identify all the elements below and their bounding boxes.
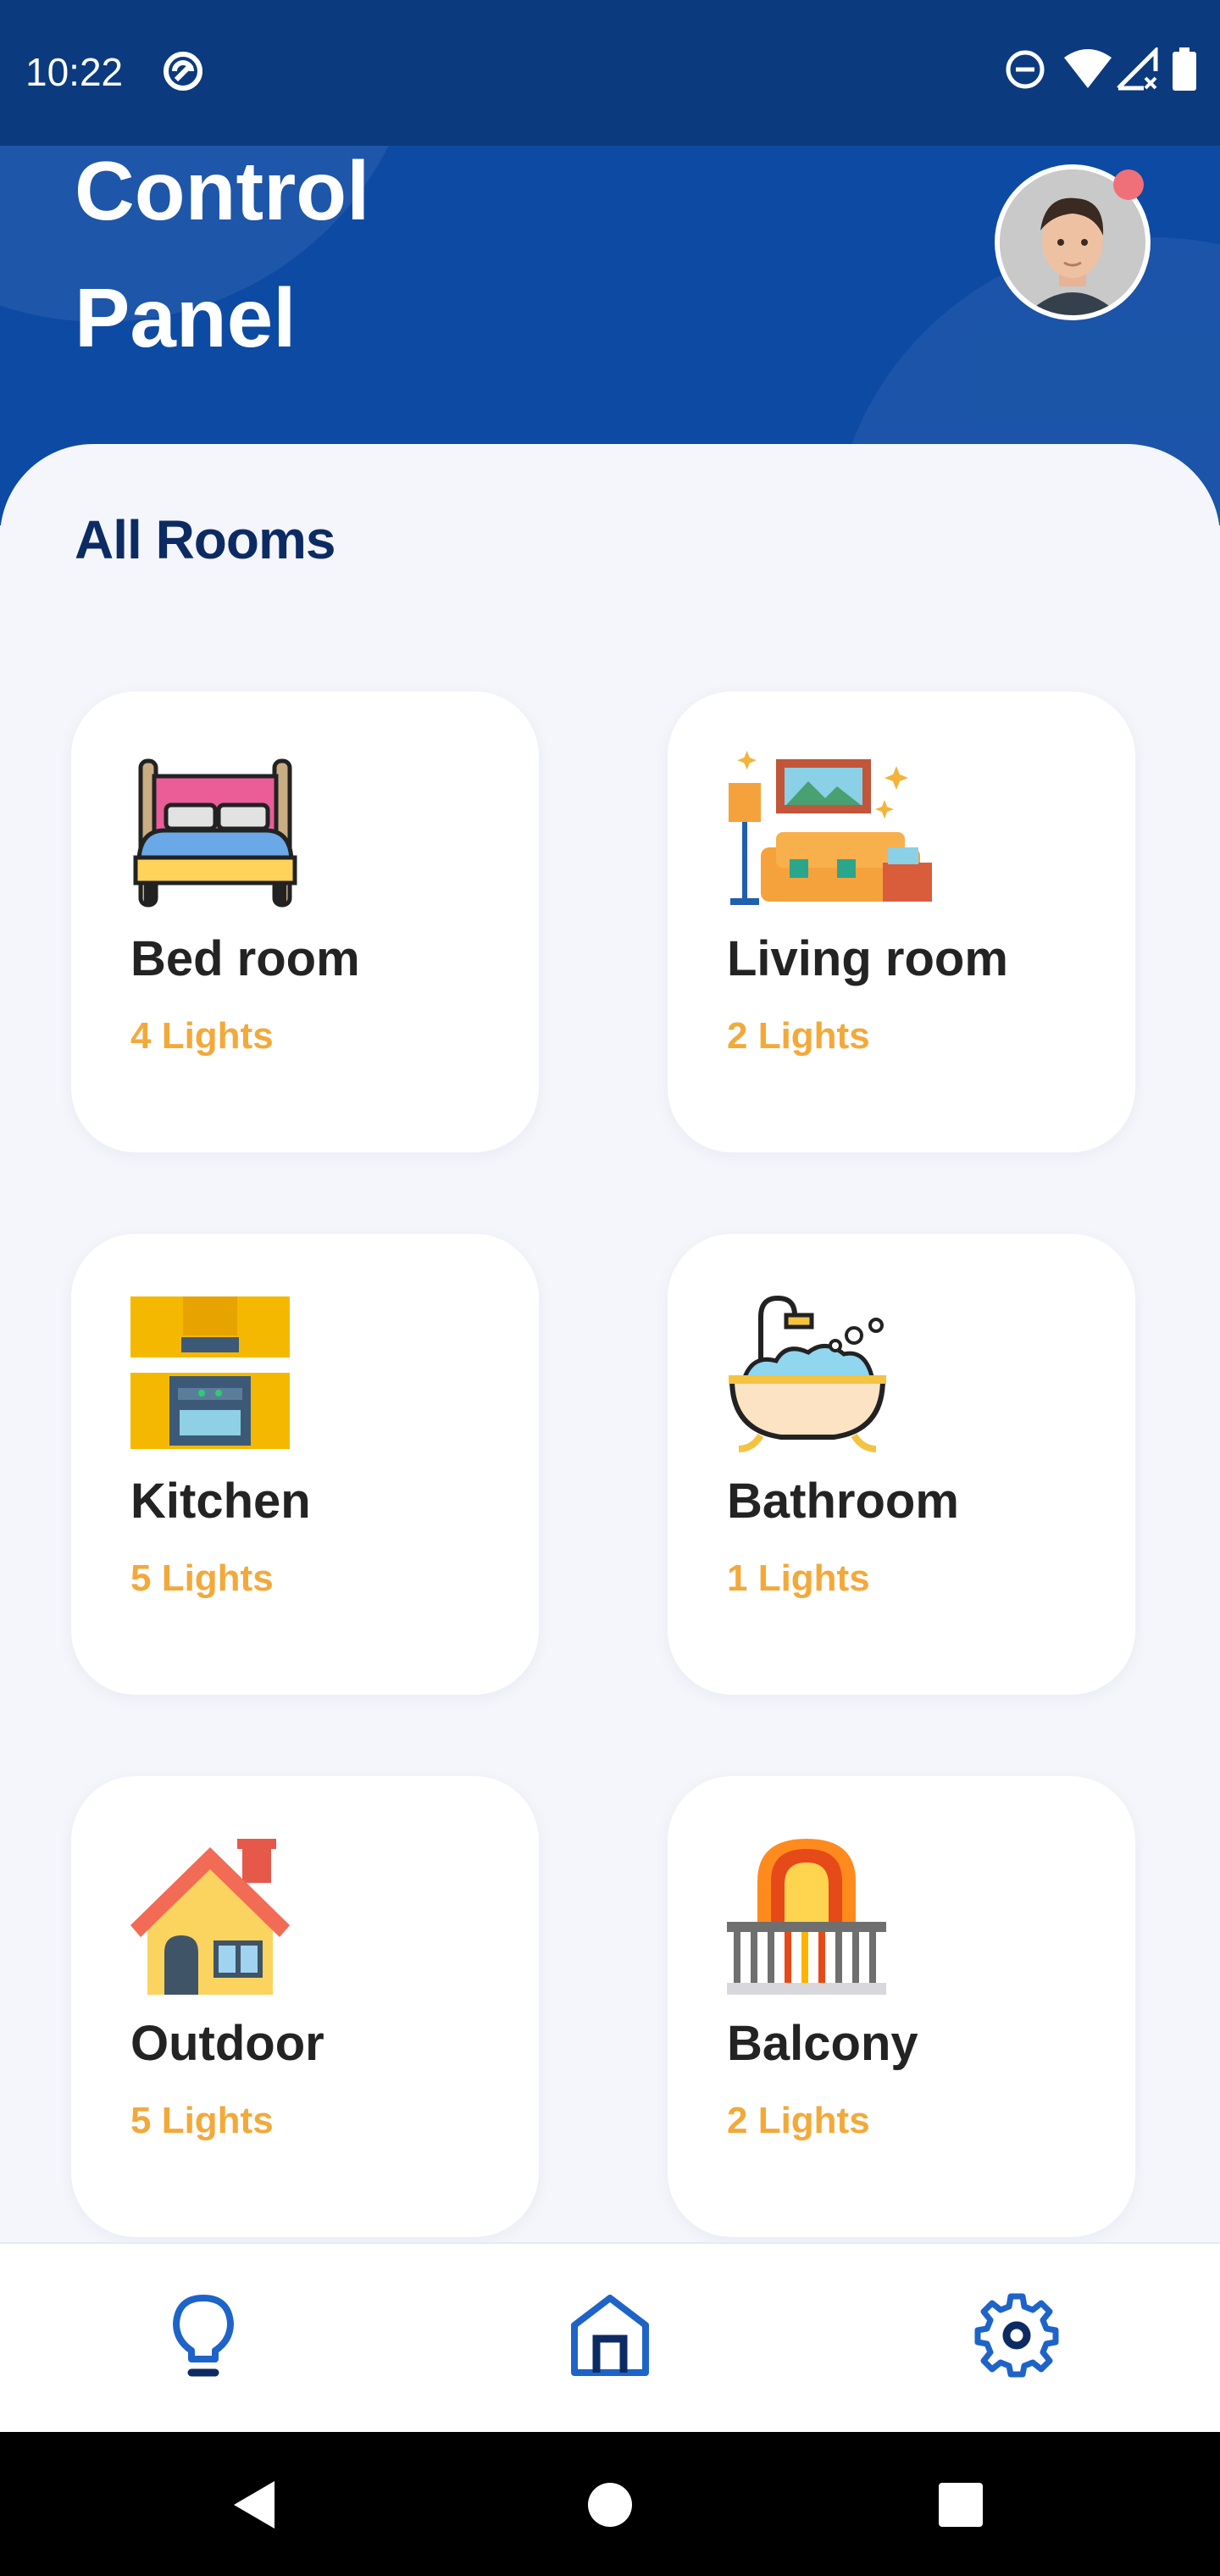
nav-settings-button[interactable]	[957, 2278, 1076, 2396]
nav-lights-button[interactable]	[144, 2278, 263, 2396]
system-home-button[interactable]	[569, 2466, 651, 2547]
room-name: Kitchen	[130, 1474, 311, 1529]
battery-icon	[1171, 47, 1198, 96]
room-card-bathroom[interactable]: Bathroom 1 Lights	[668, 1234, 1135, 1695]
room-name: Bed room	[130, 931, 360, 986]
back-triangle-icon	[229, 2478, 280, 2536]
system-back-button[interactable]	[214, 2466, 295, 2547]
room-name: Living room	[727, 931, 1008, 986]
status-bar: 10:22	[0, 0, 1220, 146]
room-card-kitchen[interactable]: Kitchen 5 Lights	[71, 1234, 539, 1695]
room-name: Outdoor	[130, 2016, 324, 2071]
room-lights-count: 2 Lights	[727, 1015, 870, 1057]
living-room-icon	[727, 749, 932, 919]
status-time: 10:22	[25, 50, 124, 94]
nav-home-button[interactable]	[551, 2278, 669, 2396]
bottom-navigation	[0, 2242, 1220, 2434]
room-card-living-room[interactable]: Living room 2 Lights	[668, 691, 1135, 1152]
home-circle-icon	[586, 2481, 634, 2533]
home-icon	[568, 2291, 652, 2384]
bathtub-icon	[727, 1291, 896, 1461]
wifi-icon	[1062, 47, 1113, 96]
room-lights-count: 4 Lights	[130, 1015, 274, 1057]
balcony-icon	[727, 1834, 896, 2003]
notification-dot	[1113, 169, 1144, 200]
room-lights-count: 1 Lights	[727, 1557, 870, 1599]
page-title: Control Panel	[75, 144, 370, 364]
system-recents-button[interactable]	[920, 2466, 1001, 2547]
room-name: Balcony	[727, 2016, 918, 2071]
room-card-bed-room[interactable]: Bed room 4 Lights	[71, 691, 539, 1152]
cell-signal-icon	[1115, 45, 1161, 96]
kitchen-icon	[130, 1291, 300, 1461]
room-name: Bathroom	[727, 1474, 959, 1529]
house-icon	[130, 1834, 300, 2003]
recents-square-icon	[937, 2481, 984, 2533]
room-lights-count: 5 Lights	[130, 2100, 274, 2141]
room-card-balcony[interactable]: Balcony 2 Lights	[668, 1776, 1135, 2237]
lightbulb-icon	[169, 2293, 237, 2382]
room-lights-count: 2 Lights	[727, 2100, 870, 2141]
room-card-outdoor[interactable]: Outdoor 5 Lights	[71, 1776, 539, 2237]
settings-icon	[974, 2293, 1059, 2382]
system-navigation-bar	[0, 2432, 1220, 2576]
do-not-disturb-icon	[1003, 47, 1047, 96]
room-lights-count: 5 Lights	[130, 1557, 274, 1599]
vpn-key-icon	[159, 47, 207, 99]
section-title: All Rooms	[75, 509, 336, 570]
bed-icon	[130, 749, 300, 919]
